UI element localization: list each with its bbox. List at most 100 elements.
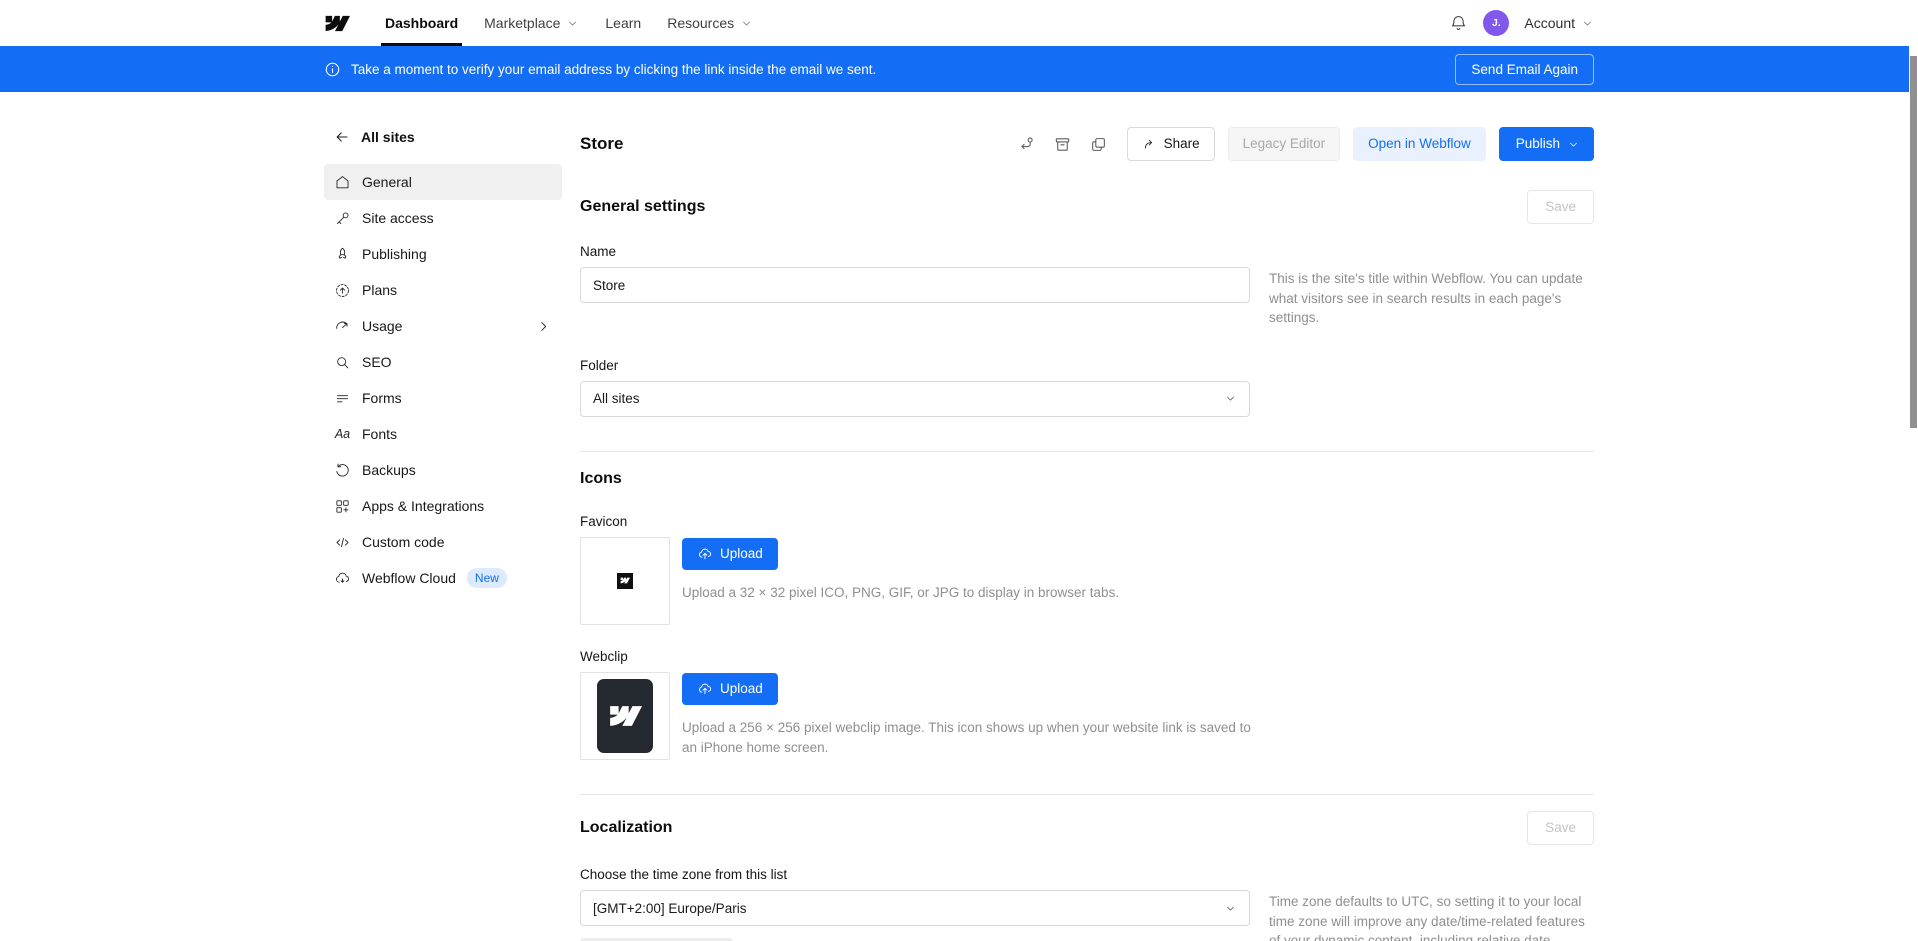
timezone-help-text: Time zone defaults to UTC, so setting it…: [1269, 890, 1593, 941]
sidebar-item-label: Backups: [362, 462, 416, 478]
sidebar-item-site-access[interactable]: Site access: [324, 200, 562, 236]
divider: [580, 451, 1594, 452]
transfer-site-button[interactable]: [1013, 130, 1041, 158]
sidebar-item-fonts[interactable]: Aa Fonts: [324, 416, 562, 452]
nav-right: J. Account: [1449, 10, 1594, 36]
sidebar-item-label: General: [362, 174, 412, 190]
webclip-upload-button[interactable]: Upload: [682, 673, 778, 705]
duplicate-site-button[interactable]: [1085, 130, 1113, 158]
account-menu[interactable]: Account: [1524, 15, 1594, 31]
sidebar-item-webflow-cloud[interactable]: Webflow CloudNew: [324, 560, 562, 596]
nav-item-label: Learn: [605, 15, 641, 31]
webclip-label: Webclip: [580, 649, 1594, 664]
share-icon: [1142, 137, 1157, 152]
fonts-icon: Aa: [334, 427, 351, 441]
folder-select-value: All sites: [593, 391, 640, 406]
sidebar-item-label: Custom code: [362, 534, 444, 550]
upload-cloud-icon: [697, 681, 713, 697]
open-in-webflow-button[interactable]: Open in Webflow: [1353, 127, 1486, 161]
divider: [580, 794, 1594, 795]
share-button[interactable]: Share: [1127, 127, 1215, 161]
favicon-upload-button[interactable]: Upload: [682, 538, 778, 570]
chevron-down-icon: [1581, 17, 1594, 30]
sidebar-item-apps-integrations[interactable]: Apps & Integrations: [324, 488, 562, 524]
sidebar-item-label: Apps & Integrations: [362, 498, 484, 514]
arrow-left-icon: [334, 129, 350, 145]
sidebar-item-label: Plans: [362, 282, 397, 298]
sidebar-item-label: Site access: [362, 210, 434, 226]
sidebar-item-plans[interactable]: Plans: [324, 272, 562, 308]
scrollbar[interactable]: [1910, 56, 1917, 428]
icons-heading: Icons: [580, 470, 1594, 488]
info-icon: [324, 61, 341, 78]
name-help-text: This is the site's title within Webflow.…: [1269, 267, 1593, 328]
sidebar-item-publishing[interactable]: Publishing: [324, 236, 562, 272]
sidebar-item-custom-code[interactable]: Custom code: [324, 524, 562, 560]
duplicate-icon: [1089, 135, 1108, 154]
share-label: Share: [1164, 136, 1200, 152]
avatar[interactable]: J.: [1483, 10, 1509, 36]
scrollbar-track: [1909, 46, 1918, 941]
favicon-label: Favicon: [580, 514, 1594, 529]
sidebar-item-label: Forms: [362, 390, 402, 406]
sidebar-item-general[interactable]: General: [324, 164, 562, 200]
localization-heading: Localization: [580, 819, 672, 837]
sidebar-item-label: SEO: [362, 354, 392, 370]
webflow-logo-icon: [324, 15, 350, 32]
upgrade-icon: [334, 282, 351, 299]
upload-label: Upload: [720, 681, 763, 697]
archive-site-button[interactable]: [1049, 130, 1077, 158]
site-toolbar: [1013, 130, 1113, 158]
legacy-editor-button[interactable]: Legacy Editor: [1228, 127, 1341, 161]
page-title: Store: [580, 134, 623, 154]
chevron-right-icon: [535, 318, 552, 335]
cloud-icon: [334, 570, 351, 587]
webflow-logo[interactable]: [324, 15, 350, 32]
top-nav: Dashboard Marketplace Learn Resources J. Ac…: [0, 0, 1918, 46]
sidebar-item-forms[interactable]: Forms: [324, 380, 562, 416]
notifications-button[interactable]: [1449, 14, 1468, 33]
chevron-down-icon: [1567, 138, 1580, 151]
folder-select[interactable]: All sites: [580, 381, 1250, 417]
back-to-all-sites[interactable]: All sites: [324, 126, 562, 148]
name-label: Name: [580, 244, 1594, 259]
publish-label: Publish: [1516, 136, 1560, 152]
publish-button[interactable]: Publish: [1499, 127, 1594, 161]
sidebar-item-backups[interactable]: Backups: [324, 452, 562, 488]
chevron-down-icon: [740, 17, 753, 30]
folder-label: Folder: [580, 358, 1594, 373]
apps-icon: [334, 498, 351, 515]
main-content: Store Share Legacy Editor Open in Web: [580, 126, 1594, 941]
back-label: All sites: [361, 129, 415, 145]
settings-sidebar: All sites General Site access Publishing Pl…: [324, 126, 562, 596]
site-name-input[interactable]: [580, 267, 1250, 303]
header-buttons: Share Legacy Editor Open in Webflow Publ…: [1127, 127, 1594, 161]
nav-item-resources[interactable]: Resources: [654, 0, 766, 46]
nav-item-label: Resources: [667, 15, 734, 31]
history-icon: [334, 462, 351, 479]
email-verify-banner: Take a moment to verify your email addre…: [0, 46, 1918, 92]
save-button[interactable]: Save: [1527, 811, 1594, 845]
nav-item-learn[interactable]: Learn: [592, 0, 654, 46]
transfer-icon: [1017, 135, 1036, 154]
sidebar-item-label: Publishing: [362, 246, 427, 262]
home-icon: [334, 174, 351, 191]
save-button[interactable]: Save: [1527, 190, 1594, 224]
sidebar-item-label: Fonts: [362, 426, 397, 442]
bell-icon: [1449, 14, 1468, 33]
sidebar-item-usage[interactable]: Usage: [324, 308, 562, 344]
favicon-preview: [580, 537, 670, 625]
favicon-help-text: Upload a 32 × 32 pixel ICO, PNG, GIF, or…: [682, 583, 1119, 603]
send-email-again-button[interactable]: Send Email Again: [1455, 54, 1594, 85]
sidebar-item-seo[interactable]: SEO: [324, 344, 562, 380]
timezone-select[interactable]: [GMT+2:00] Europe/Paris: [580, 890, 1250, 926]
nav-item-label: Dashboard: [385, 15, 458, 31]
general-settings-heading: General settings: [580, 198, 705, 216]
nav-item-dashboard[interactable]: Dashboard: [372, 0, 471, 46]
nav-item-marketplace[interactable]: Marketplace: [471, 0, 592, 46]
gauge-icon: [334, 318, 351, 335]
sidebar-nav: General Site access Publishing Plans Usage SE…: [324, 164, 562, 596]
webflow-logo-icon: [620, 577, 630, 584]
forms-icon: [334, 390, 351, 407]
primary-nav: Dashboard Marketplace Learn Resources: [372, 0, 766, 46]
